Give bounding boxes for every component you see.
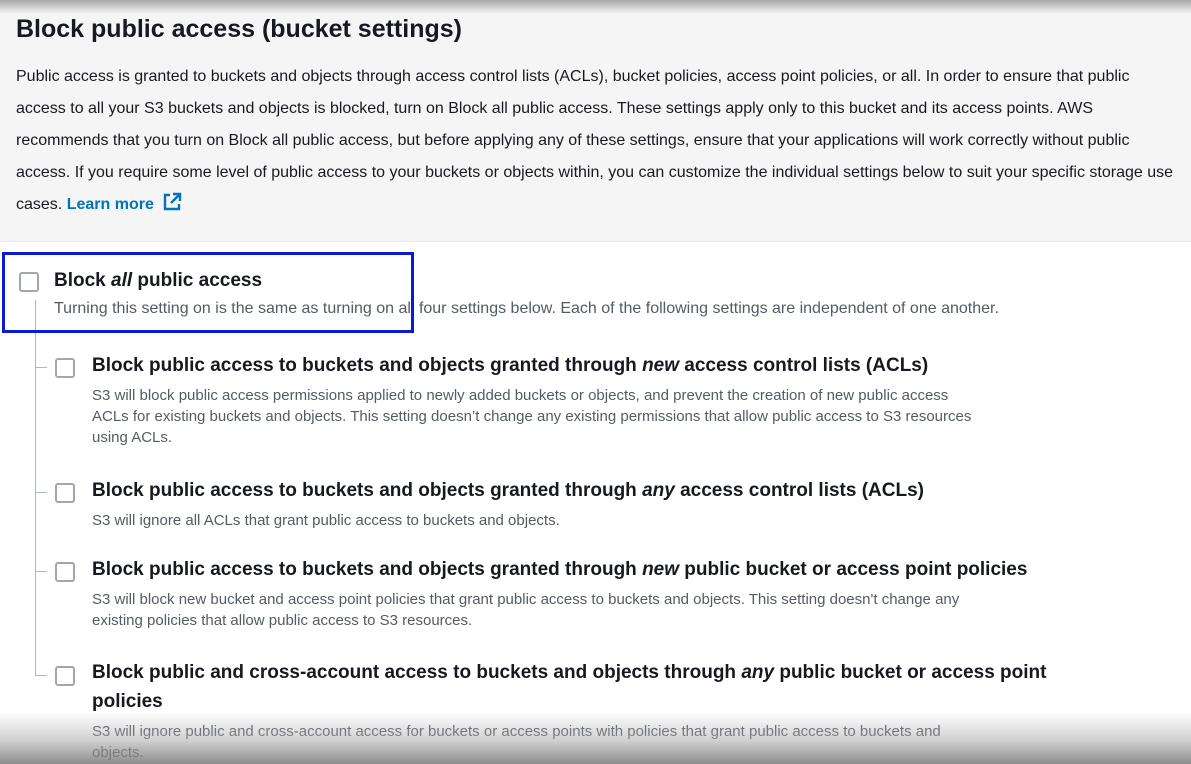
description-line: existing policies that allow public acce… — [92, 612, 473, 629]
learn-more-label: Learn more — [66, 196, 154, 213]
page-title: Block public access (bucket settings) — [16, 15, 462, 43]
block-any-acls-title: Block public access to buckets and objec… — [92, 480, 925, 501]
intro-text: Public access is granted to buckets and … — [16, 68, 1174, 213]
block-new-acls-checkbox[interactable] — [55, 358, 75, 378]
block-new-policies-checkbox[interactable] — [55, 562, 75, 582]
block-new-acls-title: Block public access to buckets and objec… — [92, 355, 929, 376]
block-cross-account-title-cont: policies — [92, 691, 163, 712]
block-any-acls-description: S3 will ignore all ACLs that grant publi… — [92, 510, 560, 531]
description-line: S3 will ignore all ACLs that grant publi… — [92, 512, 560, 529]
learn-more-link[interactable]: Learn more — [66, 192, 182, 213]
description-line: using ACLs. — [92, 429, 173, 446]
description-line: S3 will block public access permissions … — [92, 387, 949, 404]
external-link-icon — [162, 192, 182, 224]
tree-branch — [35, 571, 47, 572]
description-line: S3 will ignore public and cross-account … — [92, 723, 941, 740]
block-cross-account-checkbox[interactable] — [55, 666, 75, 686]
description-line: objects. — [92, 744, 144, 761]
description-line: S3 will block new bucket and access poin… — [92, 591, 960, 608]
block-new-policies-title: Block public access to buckets and objec… — [92, 559, 1028, 580]
block-cross-account-description: S3 will ignore public and cross-account … — [92, 721, 941, 763]
description-line: ACLs for existing buckets and objects. T… — [92, 408, 972, 425]
block-new-acls-description: S3 will block public access permissions … — [92, 385, 971, 448]
tree-branch — [35, 675, 47, 676]
intro-paragraph: Public access is granted to buckets and … — [16, 61, 1176, 224]
info-panel: Block public access (bucket settings) Pu… — [0, 0, 1191, 242]
block-cross-account-title: Block public and cross-account access to… — [92, 662, 1047, 683]
tree-connector — [35, 300, 36, 676]
block-any-acls-checkbox[interactable] — [55, 483, 75, 503]
block-new-policies-description: S3 will block new bucket and access poin… — [92, 589, 959, 631]
tree-branch — [35, 492, 47, 493]
tree-branch — [35, 367, 47, 368]
highlight-box — [2, 252, 414, 333]
